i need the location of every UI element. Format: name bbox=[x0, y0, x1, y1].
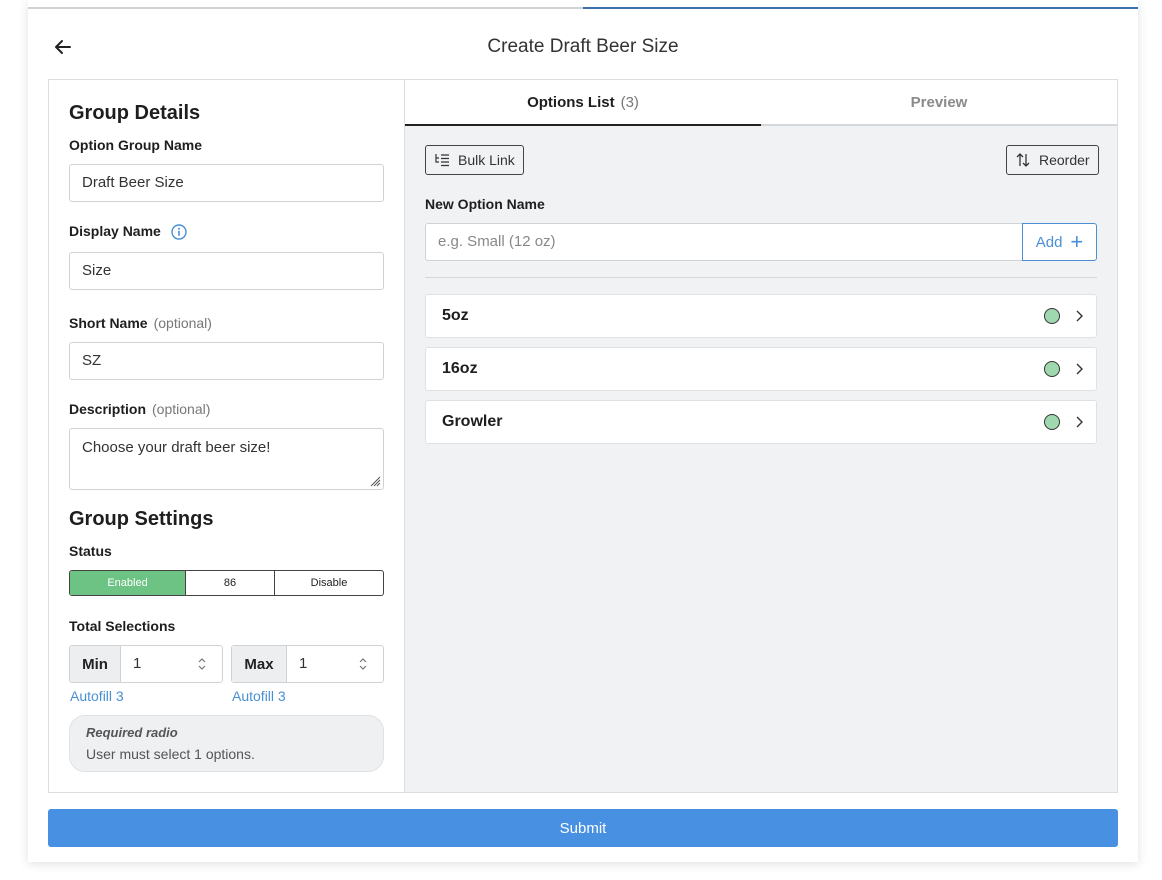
page-title: Create Draft Beer Size bbox=[487, 36, 679, 57]
total-selections-label: Total Selections bbox=[69, 618, 176, 634]
bulk-link-label: Bulk Link bbox=[458, 152, 515, 168]
status-enabled-option[interactable]: Enabled bbox=[70, 571, 185, 595]
dialog-card: Create Draft Beer Size Group Details Opt… bbox=[28, 0, 1138, 862]
chevron-right-icon bbox=[1076, 416, 1083, 428]
group-details-panel: Group Details Option Group Name Draft Be… bbox=[49, 80, 405, 792]
tab-options-count: (3) bbox=[620, 93, 639, 111]
tab-bar: Options List (3) Preview bbox=[405, 80, 1117, 126]
plus-icon: + bbox=[1070, 229, 1084, 254]
max-stepper[interactable]: Max 1 bbox=[231, 645, 384, 683]
tab-preview[interactable]: Preview bbox=[761, 80, 1117, 124]
description-text: Choose your draft beer size! bbox=[82, 439, 271, 456]
short-name-optional: (optional) bbox=[153, 315, 212, 331]
option-row[interactable]: 16oz bbox=[425, 347, 1097, 391]
option-name: 5oz bbox=[442, 307, 469, 324]
max-spinner-icon[interactable] bbox=[357, 656, 369, 672]
info-icon[interactable] bbox=[171, 224, 187, 240]
required-info-box: Required radio User must select 1 option… bbox=[69, 715, 384, 772]
reorder-button[interactable]: Reorder bbox=[1006, 145, 1099, 175]
group-details-heading: Group Details bbox=[69, 102, 201, 124]
option-group-name-label: Option Group Name bbox=[69, 137, 202, 153]
option-name: 16oz bbox=[442, 360, 478, 377]
max-autofill-link[interactable]: Autofill 3 bbox=[232, 688, 286, 704]
resize-handle-icon[interactable] bbox=[369, 475, 381, 487]
reorder-label: Reorder bbox=[1039, 152, 1090, 168]
bulk-link-button[interactable]: Bulk Link bbox=[425, 145, 524, 175]
min-value: 1 bbox=[133, 655, 142, 672]
display-name-label: Display Name bbox=[69, 223, 161, 239]
short-name-label-row: Short Name (optional) bbox=[69, 315, 212, 331]
add-option-label: Add bbox=[1035, 233, 1063, 251]
progress-active bbox=[583, 7, 1138, 9]
min-spinner-icon[interactable] bbox=[196, 656, 208, 672]
status-dot-icon bbox=[1044, 414, 1060, 430]
status-dot-icon bbox=[1044, 308, 1060, 324]
status-disable-option[interactable]: Disable bbox=[275, 571, 383, 595]
min-label: Min bbox=[70, 646, 121, 682]
min-value-field[interactable]: 1 bbox=[121, 646, 222, 682]
min-stepper[interactable]: Min 1 bbox=[69, 645, 223, 683]
editor-frame: Group Details Option Group Name Draft Be… bbox=[48, 79, 1118, 793]
display-name-input[interactable]: Size bbox=[69, 252, 384, 290]
chevron-right-icon bbox=[1076, 310, 1083, 322]
progress-track bbox=[28, 7, 583, 9]
max-value-field[interactable]: 1 bbox=[287, 646, 383, 682]
required-text: User must select 1 options. bbox=[86, 746, 255, 762]
tab-options-list[interactable]: Options List (3) bbox=[405, 80, 761, 126]
reorder-icon bbox=[1016, 153, 1030, 167]
option-row[interactable]: 5oz bbox=[425, 294, 1097, 338]
option-row[interactable]: Growler bbox=[425, 400, 1097, 444]
max-value: 1 bbox=[299, 655, 308, 672]
submit-button[interactable]: Submit bbox=[48, 809, 1118, 847]
divider bbox=[425, 277, 1097, 278]
description-textarea[interactable]: Choose your draft beer size! bbox=[69, 428, 384, 490]
status-dot-icon bbox=[1044, 361, 1060, 377]
min-autofill-link[interactable]: Autofill 3 bbox=[70, 688, 124, 704]
new-option-name-input[interactable]: e.g. Small (12 oz) bbox=[425, 223, 1023, 261]
description-optional: (optional) bbox=[152, 401, 211, 417]
short-name-input[interactable]: SZ bbox=[69, 342, 384, 380]
status-segmented-control: Enabled 86 Disable bbox=[69, 570, 384, 596]
description-label-row: Description (optional) bbox=[69, 401, 210, 417]
chevron-right-icon bbox=[1076, 363, 1083, 375]
options-panel: Options List (3) Preview Bulk Link Reorde… bbox=[405, 80, 1117, 792]
add-option-button[interactable]: Add + bbox=[1022, 223, 1097, 261]
new-option-name-label: New Option Name bbox=[425, 196, 545, 212]
group-settings-heading: Group Settings bbox=[69, 508, 214, 530]
option-name: Growler bbox=[442, 413, 503, 430]
max-label: Max bbox=[232, 646, 287, 682]
option-group-name-input[interactable]: Draft Beer Size bbox=[69, 164, 384, 202]
short-name-label: Short Name bbox=[69, 315, 148, 331]
description-label: Description bbox=[69, 401, 147, 417]
bulk-link-icon bbox=[435, 154, 449, 167]
active-tab-indicator bbox=[405, 124, 761, 126]
required-title: Required radio bbox=[86, 725, 178, 740]
tab-options-list-label: Options List bbox=[527, 93, 615, 111]
status-label: Status bbox=[69, 543, 112, 559]
display-name-label-row: Display Name bbox=[69, 223, 187, 240]
status-86-option[interactable]: 86 bbox=[185, 571, 275, 595]
